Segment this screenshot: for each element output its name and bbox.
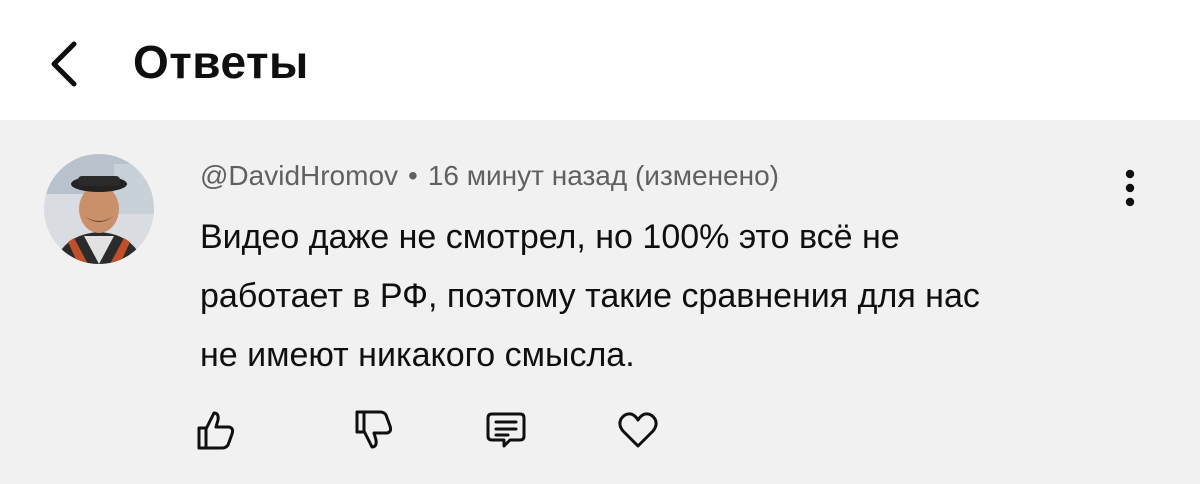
app-header: Ответы bbox=[0, 0, 1200, 120]
heart-button[interactable] bbox=[610, 402, 666, 458]
chevron-left-icon bbox=[51, 41, 77, 87]
page-title: Ответы bbox=[133, 36, 309, 88]
more-vertical-icon bbox=[1125, 169, 1135, 207]
like-button[interactable] bbox=[188, 402, 244, 458]
meta-separator: • bbox=[408, 160, 418, 191]
dislike-button[interactable] bbox=[346, 402, 402, 458]
avatar[interactable] bbox=[44, 154, 154, 264]
comment-text: Видео даже не смотрел, но 100% это всё н… bbox=[200, 208, 1130, 385]
thumbs-down-icon bbox=[355, 410, 393, 449]
comment-time: 16 минут назад (изменено) bbox=[427, 160, 779, 191]
comment-meta: @DavidHromov • 16 минут назад (изменено) bbox=[200, 158, 779, 194]
heart-icon bbox=[618, 412, 658, 448]
comment-text-line: Видео даже не смотрел, но 100% это всё н… bbox=[200, 218, 900, 256]
comment-text-line: не имеют никакого смысла. bbox=[200, 336, 635, 374]
author-name[interactable]: @DavidHromov bbox=[200, 160, 398, 191]
back-button[interactable] bbox=[36, 34, 92, 94]
comment-text-line: работает в РФ, поэтому такие сравнения д… bbox=[200, 277, 980, 315]
reply-button[interactable] bbox=[478, 402, 534, 458]
comment-card: @DavidHromov • 16 минут назад (изменено) В… bbox=[0, 120, 1200, 484]
thumbs-up-icon bbox=[197, 411, 235, 450]
more-options-button[interactable] bbox=[1112, 160, 1148, 216]
comment-icon bbox=[486, 412, 526, 448]
